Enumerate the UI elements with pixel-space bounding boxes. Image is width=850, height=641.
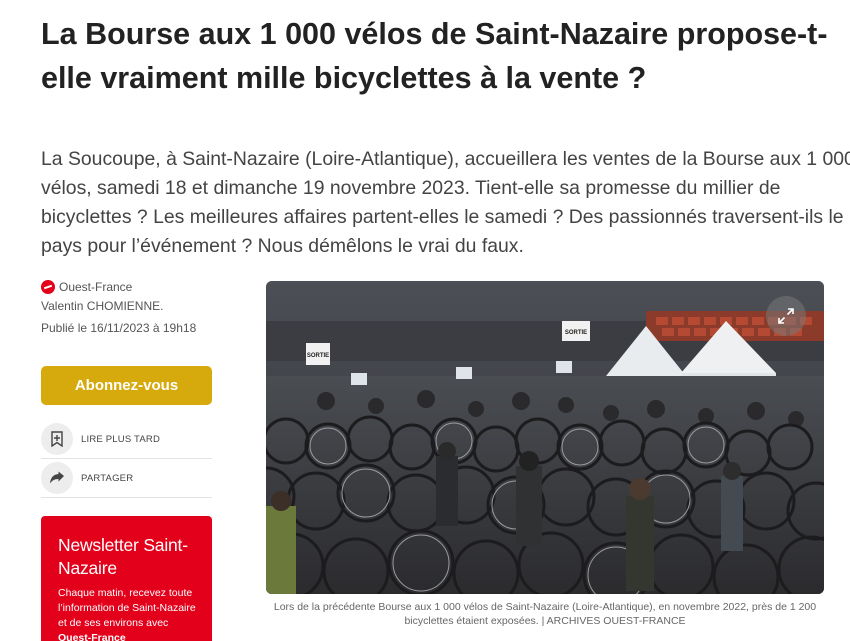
source-line[interactable]: Ouest-France xyxy=(41,280,132,294)
divider xyxy=(41,497,212,498)
divider xyxy=(41,458,212,459)
read-later-label: LIRE PLUS TARD xyxy=(81,433,160,445)
sortie-sign-right: SORTIE xyxy=(565,330,587,336)
article-lead: La Soucoupe, à Saint-Nazaire (Loire-Atla… xyxy=(41,148,850,257)
bicycle-hall-image: SORTIE SORTIE xyxy=(266,281,824,594)
newsletter-text: Chaque matin, recevez toute l’informatio… xyxy=(58,586,198,641)
newsletter-brand: Ouest-France xyxy=(58,632,126,641)
newsletter-box[interactable]: Newsletter Saint-Nazaire Chaque matin, r… xyxy=(41,516,212,641)
expand-icon[interactable] xyxy=(766,296,806,336)
sortie-sign-left: SORTIE xyxy=(307,353,329,359)
article-photo[interactable]: SORTIE SORTIE xyxy=(266,281,824,594)
source-name[interactable]: Ouest-France xyxy=(59,280,132,294)
bookmark-plus-icon xyxy=(41,423,73,455)
share-button[interactable]: PARTAGER xyxy=(41,462,133,494)
publish-date: Publié le 16/11/2023 à 19h18 xyxy=(41,321,197,335)
subscribe-button[interactable]: Abonnez-vous xyxy=(41,366,212,405)
article-page: La Bourse aux 1 000 vélos de Saint-Nazai… xyxy=(0,0,850,641)
newsletter-description: Chaque matin, recevez toute l’informatio… xyxy=(58,587,196,629)
photo-caption: Lors de la précédente Bourse aux 1 000 v… xyxy=(273,601,817,627)
article-title: La Bourse aux 1 000 vélos de Saint-Nazai… xyxy=(41,17,828,95)
ouest-france-logo-icon xyxy=(41,280,55,294)
author-name: Valentin CHOMIENNE. xyxy=(41,299,164,313)
read-later-button[interactable]: LIRE PLUS TARD xyxy=(41,423,160,455)
share-label: PARTAGER xyxy=(81,472,134,484)
share-arrow-icon xyxy=(41,462,73,494)
newsletter-title: Newsletter Saint-Nazaire xyxy=(58,535,188,578)
